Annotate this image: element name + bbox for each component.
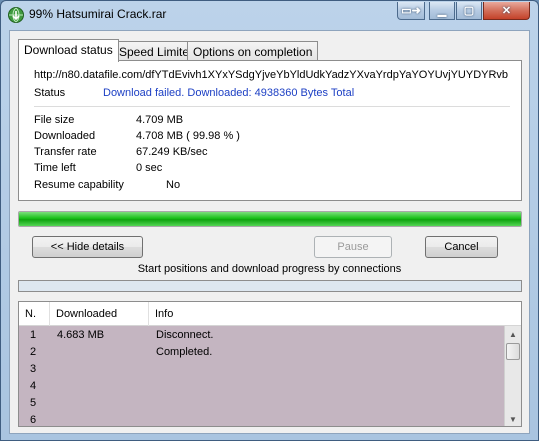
download-status-panel: http://n80.datafile.com/dfYTdEvivh1XYxYS…	[18, 60, 522, 201]
column-header-downloaded[interactable]: Downloaded	[50, 302, 149, 326]
minimize-button[interactable]: ▁	[429, 2, 455, 20]
row-number: 1	[30, 329, 37, 341]
row-downloaded: 4.683 MB	[57, 329, 105, 341]
transfer-rate-value: 67.249 KB/sec	[136, 146, 208, 158]
connections-list[interactable]: N. Downloaded Info 1 4.683 MB Disconnect…	[18, 301, 522, 427]
title-bar[interactable]: 99% Hatsumirai Crack.rar ▭➜ ▁ ▢ ✕	[1, 1, 538, 29]
connections-list-header: N. Downloaded Info	[19, 302, 521, 326]
row-number: 6	[30, 414, 37, 426]
file-size-value: 4.709 MB	[136, 114, 184, 126]
status-label: Status	[34, 87, 66, 99]
column-header-n[interactable]: N.	[19, 302, 50, 326]
tab-options-on-completion[interactable]: Options on completion	[187, 41, 319, 62]
resume-capability-value: No	[166, 179, 181, 191]
resume-capability-label: Resume capability	[34, 179, 124, 191]
row-number: 3	[30, 363, 37, 375]
maximize-button[interactable]: ▢	[456, 2, 482, 20]
table-row[interactable]: 3	[19, 361, 504, 378]
connections-caption: Start positions and download progress by…	[137, 263, 402, 275]
downloaded-value: 4.708 MB ( 99.98 % )	[136, 130, 240, 142]
close-button[interactable]: ✕	[483, 2, 530, 20]
transfer-rate-label: Transfer rate	[34, 146, 97, 158]
time-left-value: 0 sec	[136, 162, 163, 174]
window-title: 99% Hatsumirai Crack.rar	[29, 7, 167, 21]
scrollbar-thumb[interactable]	[506, 343, 520, 360]
pause-button[interactable]: Pause	[314, 236, 392, 258]
downloaded-label: Downloaded	[34, 130, 96, 142]
row-info: Disconnect.	[156, 329, 214, 341]
row-number: 4	[30, 380, 37, 392]
connections-progress-bar	[18, 280, 522, 292]
row-number: 5	[30, 397, 37, 409]
row-number: 2	[30, 346, 37, 358]
table-row[interactable]: 5	[19, 395, 504, 412]
column-header-info[interactable]: Info	[149, 302, 504, 326]
idm-globe-icon	[8, 7, 24, 23]
status-value: Download failed. Downloaded: 4938360 Byt…	[103, 87, 355, 99]
vertical-scrollbar[interactable]: ▲ ▼	[504, 326, 521, 426]
tab-download-status[interactable]: Download status	[18, 39, 119, 62]
hide-details-button[interactable]: << Hide details	[32, 236, 143, 258]
table-row[interactable]: 6	[19, 412, 504, 426]
download-window: 99% Hatsumirai Crack.rar ▭➜ ▁ ▢ ✕ Downlo…	[0, 0, 539, 441]
file-size-label: File size	[34, 114, 75, 126]
table-row[interactable]: 4	[19, 378, 504, 395]
scroll-down-icon[interactable]: ▼	[505, 411, 521, 426]
table-row[interactable]: 2 Completed.	[19, 344, 504, 361]
divider	[34, 106, 510, 107]
scroll-up-icon[interactable]: ▲	[505, 326, 521, 342]
download-progress-bar	[18, 211, 522, 227]
move-to-tray-button[interactable]: ▭➜	[397, 2, 425, 20]
dialog-client-area: Download status Speed Limiter Options on…	[9, 30, 530, 434]
download-url: http://n80.datafile.com/dfYTdEvivh1XYxYS…	[34, 69, 509, 81]
progress-fill	[19, 212, 521, 226]
cancel-button[interactable]: Cancel	[425, 236, 498, 258]
table-row[interactable]: 1 4.683 MB Disconnect.	[19, 327, 504, 344]
time-left-label: Time left	[34, 162, 76, 174]
row-info: Completed.	[156, 346, 213, 358]
